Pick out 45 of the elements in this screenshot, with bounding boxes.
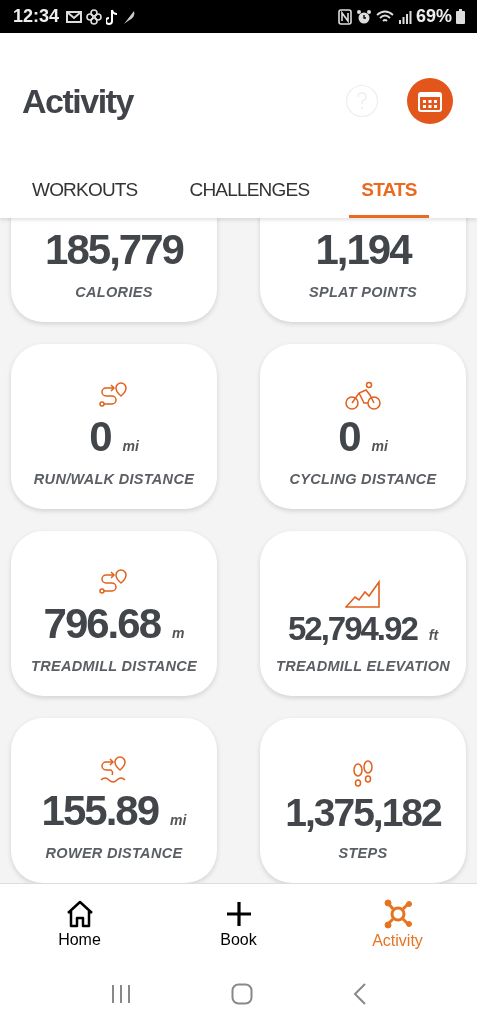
stat-value: 52,794.92 — [287, 610, 417, 648]
stat-unit: mi — [170, 812, 187, 828]
stat-unit: mi — [122, 438, 139, 454]
plus-icon — [224, 899, 253, 928]
status-time: 12:34 — [13, 6, 60, 27]
battery-level: 69% — [415, 6, 452, 27]
nav-tab[interactable]: Book — [178, 895, 299, 953]
stat-label: RUN/WALK DISTANCE — [33, 471, 195, 487]
stat-value: 1,375,182 — [285, 791, 441, 835]
stat-value: 155.89 — [41, 787, 159, 835]
music-note-icon — [106, 8, 119, 25]
stat-value: 0 — [338, 413, 360, 461]
home-key-icon[interactable] — [231, 983, 254, 1005]
stat-label: CALORIES — [75, 284, 153, 300]
stat-label: SPLAT POINTS — [308, 284, 418, 300]
stat-value: 185,779 — [45, 226, 183, 274]
stat-label: TREADMILL DISTANCE — [31, 658, 197, 674]
alarm-icon — [355, 8, 372, 25]
tab[interactable]: WORKOUTS — [20, 173, 150, 218]
recent-apps-icon[interactable] — [109, 984, 132, 1004]
footprints-icon — [351, 759, 375, 789]
stat-value: 796.68 — [43, 600, 160, 648]
stat-label: CYCLING DISTANCE — [289, 471, 437, 487]
stat-label: TREADMILL ELEVATION — [275, 658, 451, 674]
stat-label: STEPS — [338, 845, 388, 861]
back-icon[interactable] — [353, 983, 368, 1005]
stat-unit: ft — [428, 627, 439, 643]
battery-icon — [456, 9, 465, 24]
cyclist-icon — [345, 381, 381, 411]
signal-icon — [397, 8, 412, 25]
mountain-chart-icon — [345, 580, 381, 608]
mail-icon — [66, 10, 83, 23]
fan-icon — [86, 8, 103, 25]
calendar-icon — [418, 90, 442, 112]
page-title: Activity — [22, 81, 135, 121]
tab[interactable]: CHALLENGES — [177, 173, 322, 218]
nav-tab[interactable]: Home — [19, 895, 140, 953]
calendar-button[interactable] — [407, 78, 453, 124]
stat-unit: m — [172, 625, 185, 641]
nfc-icon — [337, 8, 352, 25]
stat-value: 1,194 — [315, 226, 411, 274]
stat-label: ROWER DISTANCE — [45, 845, 183, 861]
stat-unit: mi — [371, 438, 388, 454]
hub-icon — [382, 898, 413, 929]
stat-value: 0 — [89, 413, 111, 461]
